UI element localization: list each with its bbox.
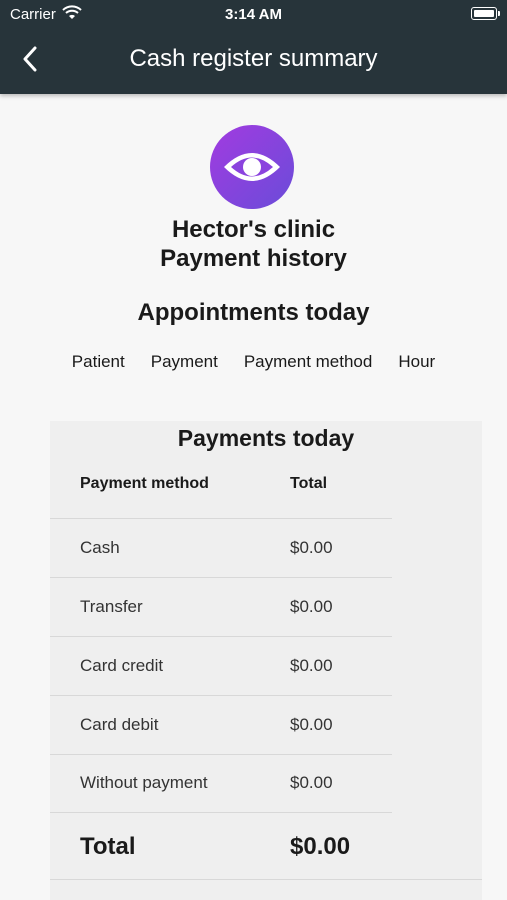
- table-row: Card debit $0.00: [50, 696, 392, 755]
- battery-icon: [471, 7, 500, 20]
- status-time: 3:14 AM: [225, 6, 282, 23]
- column-header-hour: Hour: [398, 352, 436, 371]
- table-row: Without payment $0.00: [50, 754, 392, 813]
- payment-total-cell: $0.00: [290, 597, 333, 616]
- payment-total-cell: $0.00: [290, 538, 333, 557]
- payment-total-cell: $0.00: [290, 773, 333, 792]
- table-row: Transfer $0.00: [50, 578, 392, 637]
- payment-method-cell: Card debit: [80, 715, 159, 734]
- column-header-total: Total: [290, 475, 328, 492]
- payments-table-header: Payment method Total: [50, 421, 392, 519]
- payment-total-cell: $0.00: [290, 656, 333, 675]
- clinic-logo: [210, 125, 294, 209]
- column-header-method: Payment method: [80, 475, 209, 492]
- appointments-table-header: Patient Payment Payment method Hour: [0, 352, 507, 372]
- status-bar: Carrier 3:14 AM: [0, 0, 507, 28]
- payments-card: Payments today Payment method Total Cash…: [50, 421, 482, 900]
- column-header-patient: Patient: [71, 352, 125, 371]
- payment-method-cell: Card credit: [80, 656, 164, 675]
- table-row: Card credit $0.00: [50, 637, 392, 696]
- total-row: Total $0.00: [50, 813, 482, 880]
- payment-total-cell: $0.00: [290, 715, 333, 734]
- appointments-title: Appointments today: [137, 299, 370, 326]
- clinic-name: Hector's clinic: [171, 216, 336, 243]
- top-bar: Carrier 3:14 AM Cash register summary: [0, 0, 507, 94]
- total-label: Total: [80, 833, 136, 860]
- total-value: $0.00: [290, 833, 351, 860]
- payment-method-cell: Without payment: [80, 773, 208, 792]
- payment-method-cell: Transfer: [80, 597, 143, 616]
- page-subtitle: Payment history: [160, 245, 347, 272]
- table-row: Cash $0.00: [50, 519, 392, 578]
- app-bar: Cash register summary: [0, 28, 507, 94]
- page-title: Cash register summary: [129, 45, 378, 72]
- column-header-payment-method: Payment method: [243, 352, 373, 371]
- eye-icon: [224, 153, 280, 181]
- payment-method-cell: Cash: [80, 538, 120, 557]
- column-header-payment: Payment: [150, 352, 218, 371]
